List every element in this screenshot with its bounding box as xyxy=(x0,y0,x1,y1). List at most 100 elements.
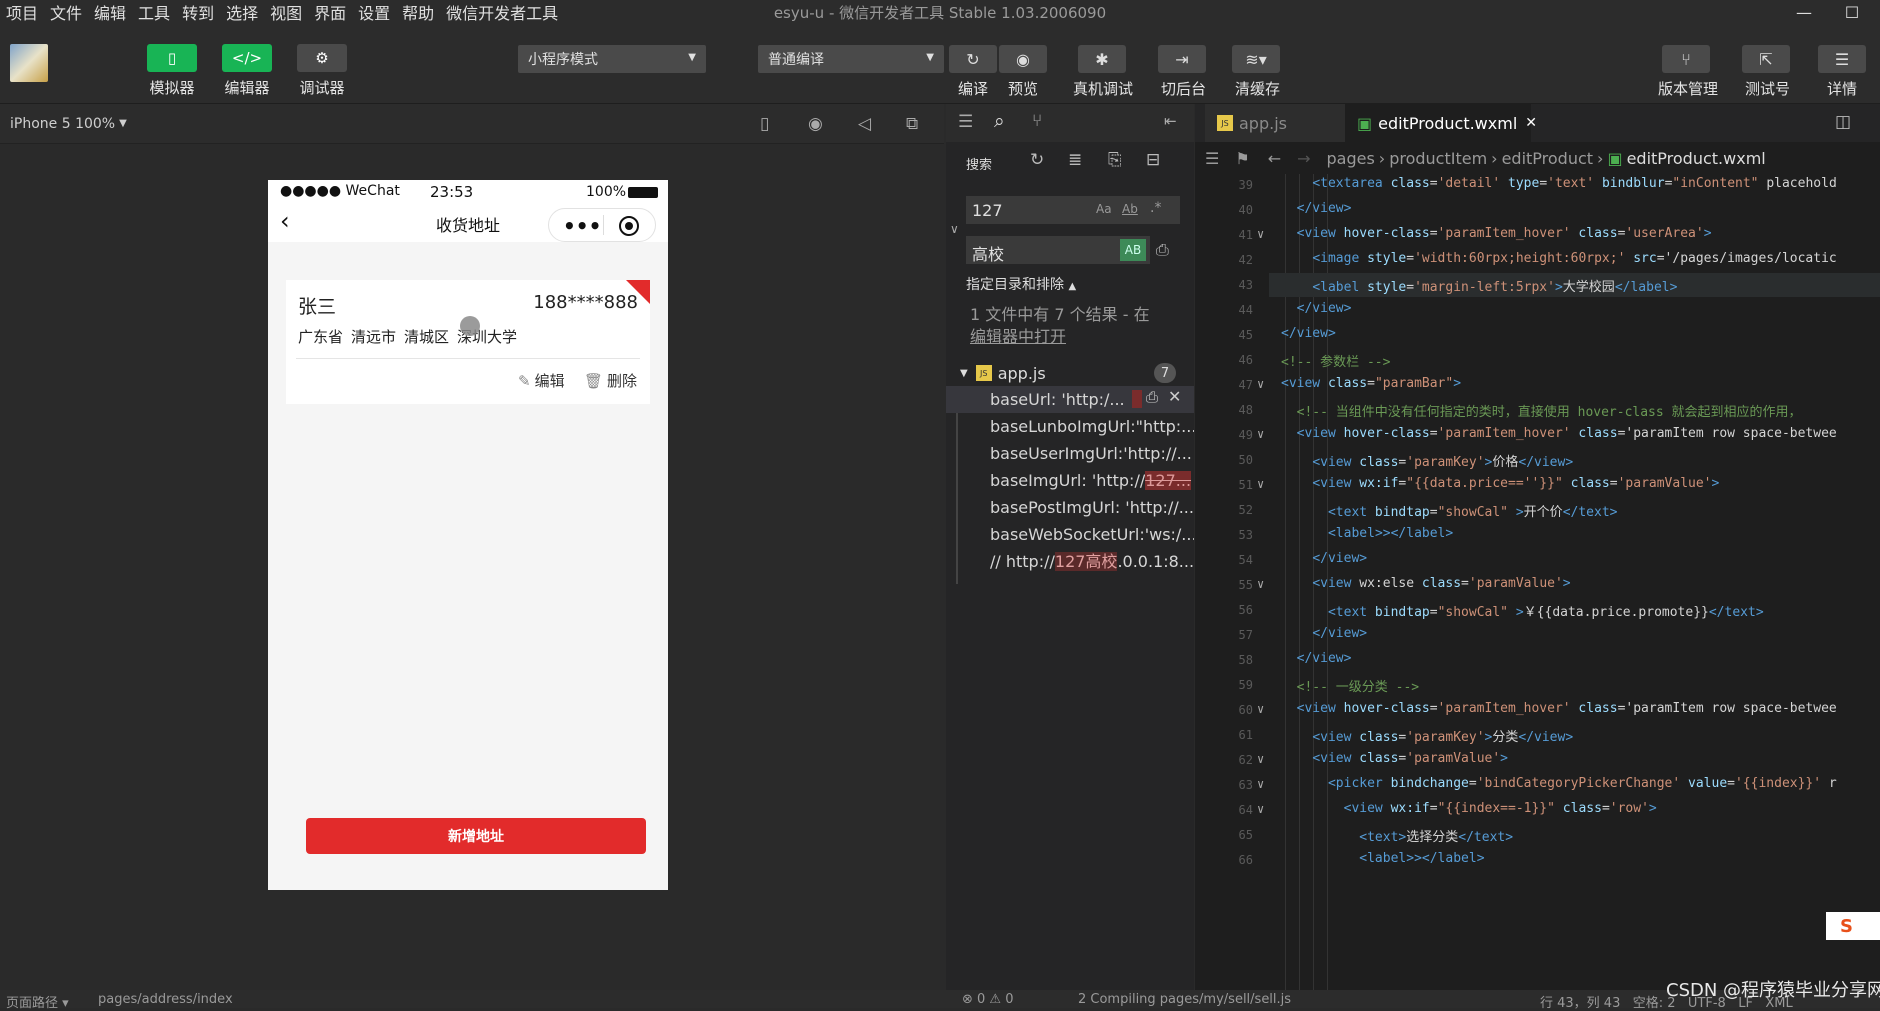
clear-results-icon[interactable]: ≣ xyxy=(1068,150,1082,170)
line-number: 61 xyxy=(1238,728,1253,742)
fold-chevron-icon[interactable]: ∨ xyxy=(1257,802,1264,816)
code-editor: JS app.js ▣ editProduct.wxml ✕ ◫ ☰ ⚑ ← →… xyxy=(1195,104,1880,990)
collapse-all-icon[interactable]: ⊟ xyxy=(1146,150,1160,170)
replace-all-icon[interactable]: ⎙ xyxy=(1156,240,1169,260)
trash-icon: 🗑 xyxy=(584,371,604,390)
add-address-button[interactable]: 新增地址 xyxy=(306,818,646,854)
search-input[interactable]: 127 Aa Ab .* xyxy=(966,196,1180,224)
simulator-button[interactable]: ▯ 模拟器 xyxy=(147,44,197,98)
code-area[interactable]: 39 <textarea class='detail' type='text' … xyxy=(1195,174,1880,990)
replace-icon[interactable]: ⎙ xyxy=(1146,388,1158,406)
close-icon[interactable]: ✕ xyxy=(1525,115,1537,131)
test-account-button[interactable]: ⇱ xyxy=(1742,45,1790,73)
search-result-item[interactable]: baseImgUrl: 'http://127... xyxy=(946,467,1194,494)
result-text: baseWebSocketUrl:'ws:/... xyxy=(990,525,1194,544)
search-result-item[interactable]: // http://127高校.0.0.1:8... xyxy=(946,548,1194,575)
menu-interface[interactable]: 界面 xyxy=(308,0,352,24)
capsule-button[interactable]: ••• xyxy=(548,208,656,242)
window-icon[interactable]: ⧉ xyxy=(906,114,918,134)
device-select[interactable]: iPhone 5 100% xyxy=(10,116,115,132)
fold-chevron-icon[interactable]: ∨ xyxy=(1257,752,1264,766)
replace-input[interactable]: 高校 AB xyxy=(966,236,1150,264)
menu-project[interactable]: 项目 xyxy=(0,0,44,24)
include-exclude-toggle[interactable]: 指定目录和排除 ▲ xyxy=(966,274,1076,294)
fold-chevron-icon[interactable]: ∨ xyxy=(1257,377,1264,391)
menu-settings[interactable]: 设置 xyxy=(352,0,396,24)
problems-indicator[interactable]: ⊗ 0 ⚠ 0 xyxy=(962,992,1014,1007)
editor-button[interactable]: </> 编辑器 xyxy=(222,44,272,98)
fold-chevron-icon[interactable]: ∨ xyxy=(1257,702,1264,716)
fold-chevron-icon[interactable]: ∨ xyxy=(1257,227,1264,241)
preserve-case-icon[interactable]: AB xyxy=(1120,239,1146,261)
search-result-item[interactable]: baseUserImgUrl:'http://... xyxy=(946,440,1194,467)
menu-wechat-devtools[interactable]: 微信开发者工具 xyxy=(440,0,564,24)
remote-debug-button[interactable]: ✱ xyxy=(1078,45,1126,73)
chevron-down-icon[interactable]: ▼ xyxy=(119,118,127,129)
new-search-editor-icon[interactable]: ⎘ xyxy=(1108,150,1122,170)
version-button[interactable]: ⑂ xyxy=(1662,45,1710,73)
menu-tools[interactable]: 工具 xyxy=(132,0,176,24)
open-in-editor-link[interactable]: 编辑器中打开 xyxy=(970,326,1150,348)
source-control-icon[interactable]: ⑂ xyxy=(1032,111,1042,131)
result-text: baseLunboImgUrl:"http:... xyxy=(990,417,1194,436)
line-number: 48 xyxy=(1238,403,1253,417)
maximize-icon[interactable]: ☐ xyxy=(1830,0,1874,24)
dismiss-icon[interactable]: ✕ xyxy=(1168,387,1181,406)
compile-select[interactable]: 普通编译 ▼ xyxy=(758,45,944,73)
menu-select[interactable]: 选择 xyxy=(220,0,264,24)
menu-view[interactable]: 视图 xyxy=(264,0,308,24)
regex-icon[interactable]: .* xyxy=(1150,200,1161,216)
menu-help[interactable]: 帮助 xyxy=(396,0,440,24)
match-case-icon[interactable]: Aa xyxy=(1096,202,1112,216)
address-card[interactable]: 张三 188****888 广东省 清远市 清城区 深圳大学 ✎ 编辑 🗑 删除 xyxy=(286,280,650,404)
menu-edit[interactable]: 编辑 xyxy=(88,0,132,24)
list-icon[interactable]: ☰ xyxy=(1205,149,1219,168)
more-icon[interactable]: ••• xyxy=(563,214,601,238)
line-number: 57 xyxy=(1238,628,1253,642)
result-file-row[interactable]: ▼ JS app.js 7 xyxy=(960,360,1190,386)
fold-chevron-icon[interactable]: ∨ xyxy=(1257,477,1264,491)
back-arrow-icon[interactable]: ← xyxy=(1268,149,1281,168)
avatar[interactable] xyxy=(10,44,48,82)
phone-icon[interactable]: ▯ xyxy=(760,114,769,134)
toggle-replace-icon[interactable]: ∨ xyxy=(950,222,959,236)
tab-app-js[interactable]: JS app.js xyxy=(1205,104,1345,142)
record-icon[interactable]: ◉ xyxy=(808,114,823,134)
preview-button[interactable]: ◉ xyxy=(999,45,1047,73)
clear-cache-button[interactable]: ≋▾ xyxy=(1232,45,1280,73)
compile-button[interactable]: ↻ xyxy=(949,45,997,73)
fold-chevron-icon[interactable]: ∨ xyxy=(1257,577,1264,591)
background-button[interactable]: ⇥ xyxy=(1158,45,1206,73)
split-editor-icon[interactable]: ◫ xyxy=(1835,112,1851,132)
line-number: 43 xyxy=(1238,278,1253,292)
refresh-icon[interactable]: ↻ xyxy=(1030,150,1044,170)
edit-button[interactable]: ✎ 编辑 xyxy=(518,370,565,391)
volume-icon[interactable]: ◁ xyxy=(858,114,871,134)
delete-button[interactable]: 🗑 删除 xyxy=(584,370,637,391)
minimize-icon[interactable]: — xyxy=(1782,0,1826,24)
breadcrumb-item[interactable]: editProduct xyxy=(1502,149,1593,168)
breadcrumb-item[interactable]: pages xyxy=(1327,149,1375,168)
collapse-panel-icon[interactable]: ⇤ xyxy=(1164,112,1177,130)
tab-edit-product-wxml[interactable]: ▣ editProduct.wxml ✕ xyxy=(1345,104,1537,142)
search-icon[interactable]: ⌕ xyxy=(994,110,1005,132)
menu-goto[interactable]: 转到 xyxy=(176,0,220,24)
fold-chevron-icon[interactable]: ∨ xyxy=(1257,427,1264,441)
forward-arrow-icon[interactable]: → xyxy=(1297,149,1310,168)
breadcrumb-item[interactable]: editProduct.wxml xyxy=(1627,149,1766,168)
debugger-button[interactable]: ⚙ 调试器 xyxy=(297,44,347,98)
page-path-select[interactable]: 页面路径 ▾ xyxy=(6,992,69,1011)
mode-select[interactable]: 小程序模式 ▼ xyxy=(518,45,706,73)
search-result-item[interactable]: baseUrl: 'http:/... ⎙ ✕ xyxy=(946,386,1194,413)
bookmark-icon[interactable]: ⚑ xyxy=(1235,149,1249,168)
close-mini-program-icon[interactable] xyxy=(619,216,639,236)
whole-word-icon[interactable]: Ab xyxy=(1122,202,1138,216)
breadcrumb-item[interactable]: productItem xyxy=(1389,149,1487,168)
list-icon[interactable]: ☰ xyxy=(958,112,973,132)
menu-file[interactable]: 文件 xyxy=(44,0,88,24)
search-result-item[interactable]: basePostImgUrl: 'http://... xyxy=(946,494,1194,521)
search-result-item[interactable]: baseWebSocketUrl:'ws:/... xyxy=(946,521,1194,548)
search-result-item[interactable]: baseLunboImgUrl:"http:... xyxy=(946,413,1194,440)
details-button[interactable]: ☰ xyxy=(1818,45,1866,73)
fold-chevron-icon[interactable]: ∨ xyxy=(1257,777,1264,791)
